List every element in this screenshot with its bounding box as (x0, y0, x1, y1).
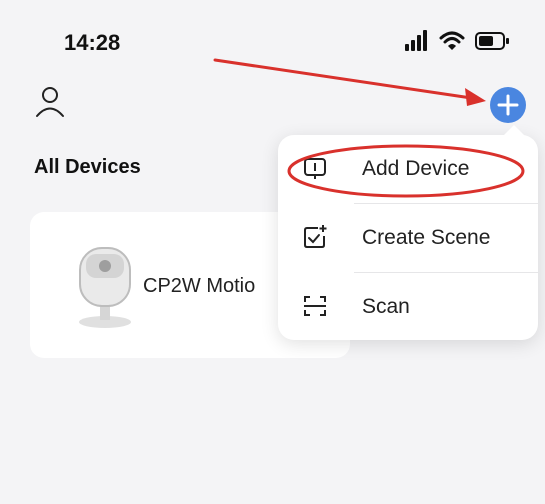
add-button[interactable] (489, 86, 527, 124)
wifi-icon (439, 31, 465, 50)
plus-icon (490, 87, 526, 123)
create-scene-icon (304, 225, 327, 248)
camera-device-image (79, 247, 131, 328)
status-icons (405, 30, 515, 54)
menu-item-label: Scan (362, 295, 410, 318)
highlight-ellipse (287, 144, 525, 198)
app-header (0, 80, 545, 130)
menu-item-scan[interactable]: Scan (278, 273, 538, 341)
device-name: CP2W Motio (143, 275, 256, 297)
status-bar: 14:28 (0, 0, 545, 80)
section-title: All Devices (34, 156, 141, 178)
battery-icon (475, 32, 509, 50)
add-menu: Add Device Create Scene Scan (278, 125, 538, 341)
menu-item-create-scene[interactable]: Create Scene (278, 204, 538, 272)
user-icon (36, 87, 64, 117)
profile-button[interactable] (34, 84, 70, 120)
signal-icon (405, 30, 427, 51)
menu-item-label: Create Scene (362, 226, 491, 249)
status-time: 14:28 (64, 30, 121, 55)
menu-item-add-device[interactable]: Add Device (278, 135, 538, 203)
scan-icon (304, 296, 326, 316)
